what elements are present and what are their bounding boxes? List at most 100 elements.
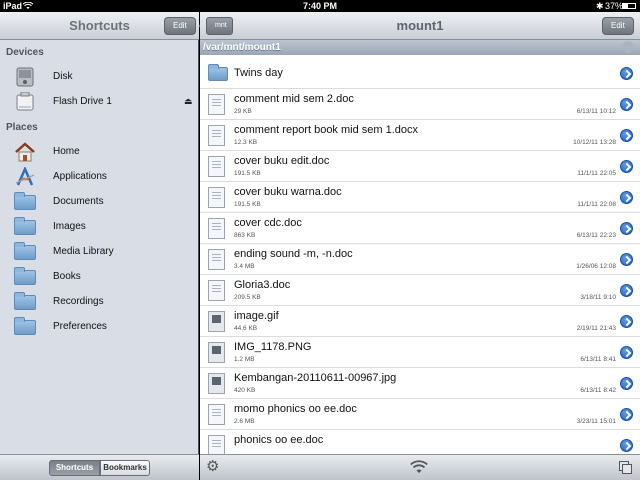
file-date: 6/13/11 22:23 bbox=[576, 232, 616, 239]
file-name: IMG_1178.PNG bbox=[234, 341, 312, 353]
file-list: Twins day comment mid sem 2.doc 29 KB 6/13/… bbox=[200, 58, 640, 454]
sidebar-item-preferences[interactable]: Preferences bbox=[0, 315, 199, 340]
file-date: 11/1/11 22:05 bbox=[577, 170, 616, 177]
page-title: mount1 bbox=[396, 18, 444, 33]
sidebar-header: Shortcuts Edit bbox=[0, 12, 199, 40]
sidebar-item-label: Recordings bbox=[53, 296, 104, 307]
windows-icon[interactable] bbox=[619, 461, 632, 474]
sidebar-item-documents[interactable]: Documents bbox=[0, 190, 199, 215]
file-name: ending sound -m, -n.doc bbox=[234, 248, 353, 260]
sidebar-item-disk[interactable]: Disk bbox=[0, 65, 199, 90]
document-file-icon bbox=[208, 156, 225, 177]
edit-button[interactable]: Edit bbox=[602, 17, 634, 35]
folder-icon bbox=[208, 64, 228, 81]
detail-disclosure-icon[interactable] bbox=[620, 408, 633, 421]
detail-disclosure-icon[interactable] bbox=[620, 315, 633, 328]
detail-disclosure-icon[interactable] bbox=[620, 439, 633, 452]
sidebar-footer: Shortcuts Bookmarks bbox=[0, 454, 199, 480]
sidebar-item-applications[interactable]: Applications bbox=[0, 165, 199, 190]
detail-disclosure-icon[interactable] bbox=[620, 377, 633, 390]
tab-shortcuts[interactable]: Shortcuts bbox=[49, 460, 100, 476]
flash-drive-icon bbox=[16, 92, 34, 111]
places-section-heading: Places bbox=[6, 122, 38, 133]
detail-disclosure-icon[interactable] bbox=[620, 67, 633, 80]
sidebar-item-label: Preferences bbox=[53, 321, 107, 332]
file-name: momo phonics oo ee.doc bbox=[234, 403, 357, 415]
file-row[interactable]: IMG_1178.PNG 1.2 MB 6/13/11 8:41 bbox=[200, 337, 640, 368]
path-label: /var/mnt/mount1 bbox=[203, 42, 281, 53]
file-size: 209.5 KB bbox=[234, 294, 261, 301]
clear-path-icon[interactable] bbox=[622, 41, 634, 53]
sidebar-item-label: Home bbox=[53, 146, 80, 157]
sidebar-item-label: Applications bbox=[53, 171, 107, 182]
status-bar: iPad 7:40 PM ✱ 37% bbox=[0, 0, 640, 12]
file-name: Kembangan-20110611-00967.jpg bbox=[234, 372, 397, 384]
file-row[interactable]: cover cdc.doc 863 KB 6/13/11 22:23 bbox=[200, 213, 640, 244]
sidebar-item-media-library[interactable]: Media Library bbox=[0, 240, 199, 265]
file-name: cover buku edit.doc bbox=[234, 155, 330, 167]
file-size: 863 KB bbox=[234, 232, 256, 239]
file-row[interactable]: image.gif 44.6 KB 2/19/11 21:43 bbox=[200, 306, 640, 337]
folder-row[interactable]: Twins day bbox=[200, 58, 640, 89]
document-file-icon bbox=[208, 435, 225, 454]
file-name: Gloria3.doc bbox=[234, 279, 291, 291]
main-toolbar: ⚙ bbox=[200, 454, 640, 480]
battery-percentage: 37% bbox=[605, 1, 624, 11]
sidebar-item-flash-drive[interactable]: Flash Drive 1 ⏏ bbox=[0, 90, 199, 115]
document-file-icon bbox=[208, 404, 225, 425]
tab-bookmarks[interactable]: Bookmarks bbox=[100, 460, 150, 476]
detail-disclosure-icon[interactable] bbox=[620, 129, 633, 142]
sidebar-item-books[interactable]: Books bbox=[0, 265, 199, 290]
sidebar-edit-button[interactable]: Edit bbox=[164, 17, 196, 35]
file-size: 3.4 MB bbox=[234, 263, 255, 270]
sidebar-item-home[interactable]: Home bbox=[0, 140, 199, 165]
file-name: image.gif bbox=[234, 310, 279, 322]
file-name: comment report book mid sem 1.docx bbox=[234, 124, 419, 136]
document-file-icon bbox=[208, 249, 225, 270]
file-row[interactable]: ending sound -m, -n.doc 3.4 MB 1/26/06 12:… bbox=[200, 244, 640, 275]
file-size: 29 KB bbox=[234, 108, 252, 115]
file-row[interactable]: cover buku edit.doc 191.5 KB 11/1/11 22:05 bbox=[200, 151, 640, 182]
media-folder-icon bbox=[14, 242, 36, 260]
sidebar-item-recordings[interactable]: Recordings bbox=[0, 290, 199, 315]
file-row[interactable]: comment mid sem 2.doc 29 KB 6/13/11 10:12 bbox=[200, 89, 640, 120]
bluetooth-icon: ✱ bbox=[596, 1, 604, 11]
detail-disclosure-icon[interactable] bbox=[620, 98, 633, 111]
detail-disclosure-icon[interactable] bbox=[620, 191, 633, 204]
detail-disclosure-icon[interactable] bbox=[620, 222, 633, 235]
file-name: Twins day bbox=[234, 67, 283, 79]
detail-disclosure-icon[interactable] bbox=[620, 160, 633, 173]
detail-disclosure-icon[interactable] bbox=[620, 284, 633, 297]
file-row[interactable]: comment report book mid sem 1.docx 12.3 K… bbox=[200, 120, 640, 151]
sidebar-item-label: Media Library bbox=[53, 246, 114, 257]
images-folder-icon bbox=[14, 217, 36, 235]
file-date: 3/18/11 9:10 bbox=[580, 294, 616, 301]
battery-icon bbox=[622, 3, 636, 9]
detail-disclosure-icon[interactable] bbox=[620, 346, 633, 359]
path-bar: /var/mnt/mount1 bbox=[200, 40, 640, 55]
folder-icon bbox=[14, 267, 36, 285]
devices-section-heading: Devices bbox=[6, 47, 44, 58]
gear-icon[interactable]: ⚙ bbox=[206, 459, 219, 475]
file-date: 1/26/06 12:08 bbox=[576, 263, 616, 270]
file-name: comment mid sem 2.doc bbox=[234, 93, 354, 105]
wifi-transfer-icon[interactable] bbox=[410, 460, 428, 474]
eject-icon[interactable]: ⏏ bbox=[184, 96, 193, 107]
detail-disclosure-icon[interactable] bbox=[620, 253, 633, 266]
file-name: phonics oo ee.doc bbox=[234, 434, 324, 446]
file-size: 191.5 KB bbox=[234, 201, 261, 208]
file-row[interactable]: Kembangan-20110611-00967.jpg 420 KB 6/13/1… bbox=[200, 368, 640, 399]
sidebar-item-label: Images bbox=[53, 221, 86, 232]
file-size: 44.6 KB bbox=[234, 325, 258, 332]
image-file-icon bbox=[208, 373, 225, 394]
file-date: 2/19/11 21:43 bbox=[576, 325, 616, 332]
file-date: 11/1/11 22:08 bbox=[577, 201, 616, 208]
image-file-icon bbox=[208, 311, 225, 332]
file-row[interactable]: cover buku warna.doc 191.5 KB 11/1/11 22:0… bbox=[200, 182, 640, 213]
image-file-icon bbox=[208, 342, 225, 363]
file-row[interactable]: Gloria3.doc 209.5 KB 3/18/11 9:10 bbox=[200, 275, 640, 306]
sidebar-item-images[interactable]: Images bbox=[0, 215, 199, 240]
file-row[interactable]: momo phonics oo ee.doc 2.6 MB 3/23/11 15:0… bbox=[200, 399, 640, 430]
file-row[interactable]: phonics oo ee.doc bbox=[200, 430, 640, 454]
document-file-icon bbox=[208, 280, 225, 301]
